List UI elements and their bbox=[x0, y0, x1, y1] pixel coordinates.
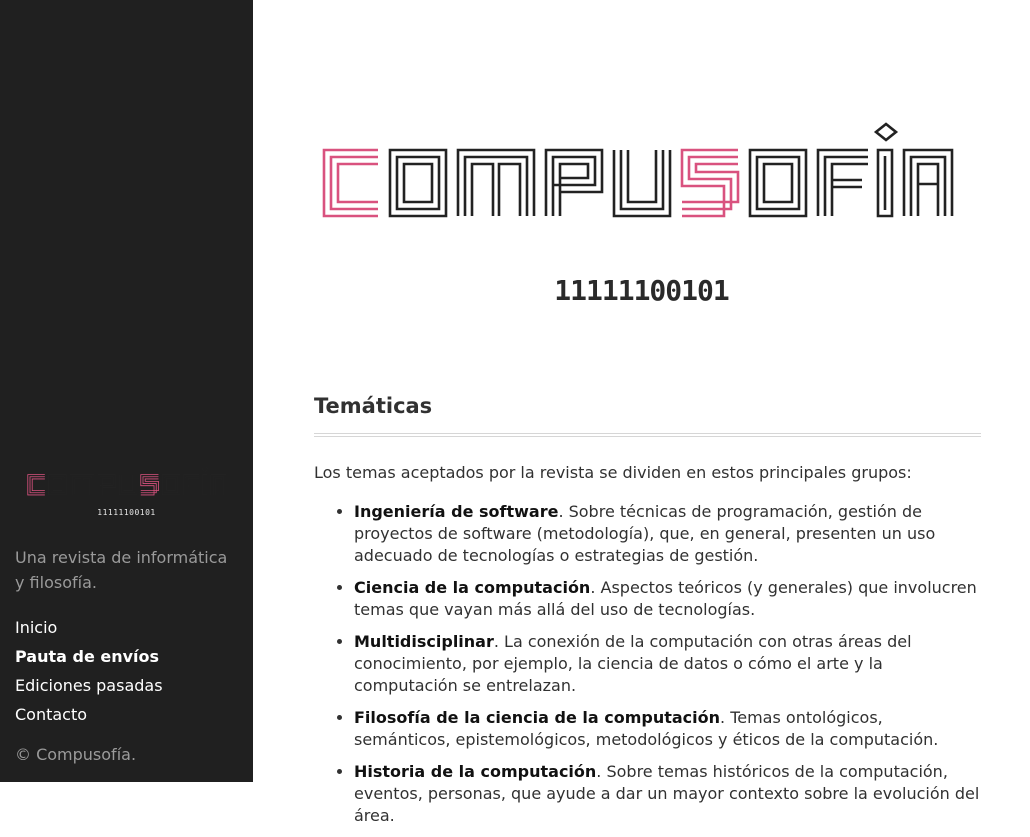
sidebar-binary: 11111100101 bbox=[97, 508, 156, 517]
topic-item-ciencia: Ciencia de la computación. Aspectos teór… bbox=[354, 577, 981, 621]
main-content: 11111100101 Temáticas Los temas aceptado… bbox=[253, 0, 1030, 825]
sidebar-tagline: Una revista de informática y filosofía. bbox=[15, 548, 228, 592]
topic-item-filosofia: Filosofía de la ciencia de la computació… bbox=[354, 707, 981, 751]
topic-item-historia: Historia de la computación. Sobre temas … bbox=[354, 761, 981, 827]
topic-title: Ingeniería de software bbox=[354, 502, 559, 521]
sidebar: 11111100101 Una revista de informática y… bbox=[0, 0, 253, 782]
topic-title: Filosofía de la ciencia de la computació… bbox=[354, 708, 721, 727]
topic-title: Ciencia de la computación bbox=[354, 578, 591, 597]
topic-title: Historia de la computación bbox=[354, 762, 597, 781]
copyright: © Compusofía. bbox=[15, 745, 137, 764]
nav-inicio[interactable]: Inicio bbox=[15, 613, 163, 642]
hero-binary: 11111100101 bbox=[554, 274, 729, 307]
topic-item-ingenieria: Ingeniería de software. Sobre técnicas d… bbox=[354, 501, 981, 567]
topic-title: Multidisciplinar bbox=[354, 632, 494, 651]
sidebar-logo[interactable] bbox=[24, 466, 226, 498]
hero-logo bbox=[322, 122, 954, 218]
topic-item-multidisciplinar: Multidisciplinar. La conexión de la comp… bbox=[354, 631, 981, 697]
section-title: Temáticas bbox=[314, 394, 433, 418]
section-divider bbox=[314, 433, 981, 437]
nav-pauta-de-envios[interactable]: Pauta de envíos bbox=[15, 642, 163, 671]
sidebar-nav: Inicio Pauta de envíos Ediciones pasadas… bbox=[15, 613, 163, 729]
nav-contacto[interactable]: Contacto bbox=[15, 700, 163, 729]
nav-ediciones-pasadas[interactable]: Ediciones pasadas bbox=[15, 671, 163, 700]
topics-list: Ingeniería de software. Sobre técnicas d… bbox=[314, 501, 981, 837]
intro-paragraph: Los temas aceptados por la revista se di… bbox=[314, 463, 912, 482]
